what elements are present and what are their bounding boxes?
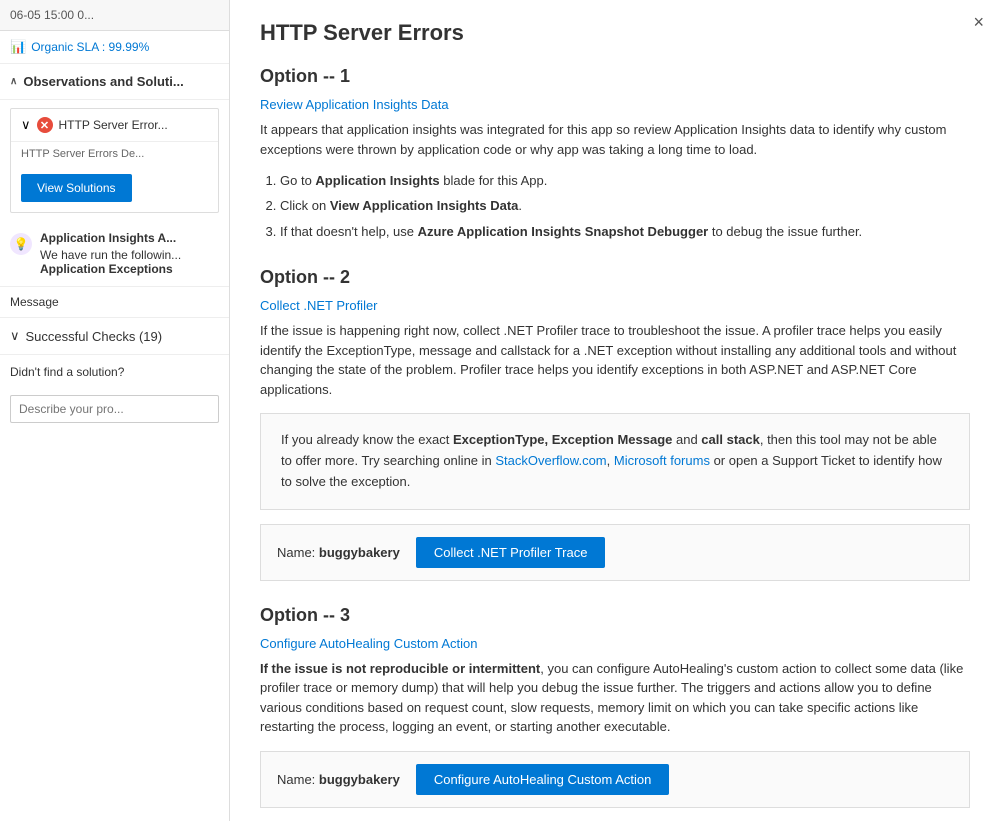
option-1-desc: It appears that application insights was…	[260, 120, 970, 159]
app-insights-text: Application Insights A... We have run th…	[40, 231, 181, 276]
option-1-section: Option -- 1 Review Application Insights …	[260, 66, 970, 243]
close-button[interactable]: ×	[973, 12, 984, 33]
option-3-section: Option -- 3 Configure AutoHealing Custom…	[260, 605, 970, 808]
right-panel: × HTTP Server Errors Option -- 1 Review …	[230, 0, 1000, 821]
didnt-find-label: Didn't find a solution?	[0, 355, 229, 389]
app-insights-title: Application Insights A...	[40, 231, 181, 245]
stackoverflow-link[interactable]: StackOverflow.com	[495, 453, 606, 468]
option-1-subtitle: Review Application Insights Data	[260, 97, 970, 112]
observations-section-header[interactable]: ∧ Observations and Soluti...	[0, 64, 229, 100]
option-3-name-label: Name: buggybakery	[277, 772, 400, 787]
step-2-bold: View Application Insights Data	[330, 198, 519, 213]
option-2-subtitle: Collect .NET Profiler	[260, 298, 970, 313]
error-circle-icon: ✕	[37, 117, 53, 133]
app-insights-desc1: We have run the followin...	[40, 248, 181, 262]
option-3-subtitle: Configure AutoHealing Custom Action	[260, 636, 970, 651]
option-1-heading: Option -- 1	[260, 66, 970, 87]
collect-profiler-button[interactable]: Collect .NET Profiler Trace	[416, 537, 606, 568]
option-2-name-label: Name: buggybakery	[277, 545, 400, 560]
microsoft-forums-link[interactable]: Microsoft forums	[614, 453, 710, 468]
http-error-header[interactable]: ∨ ✕ HTTP Server Error...	[11, 109, 218, 142]
main-title: HTTP Server Errors	[260, 20, 970, 46]
http-error-desc: HTTP Server Errors De...	[11, 142, 218, 166]
bulb-icon: 💡	[10, 233, 32, 255]
organic-sla-label: Organic SLA : 99.99%	[31, 40, 149, 54]
successful-checks-label: Successful Checks (19)	[26, 329, 163, 344]
step-1: Go to Application Insights blade for thi…	[280, 169, 970, 192]
option-1-steps: Go to Application Insights blade for thi…	[280, 169, 970, 243]
step-3: If that doesn't help, use Azure Applicat…	[280, 220, 970, 243]
successful-checks-header[interactable]: ∨ Successful Checks (19)	[0, 318, 229, 355]
option-2-action-row: Name: buggybakery Collect .NET Profiler …	[260, 524, 970, 581]
view-solutions-button[interactable]: View Solutions	[21, 174, 132, 202]
option-2-heading: Option -- 2	[260, 267, 970, 288]
message-row: Message	[0, 287, 229, 318]
option-3-action-row: Name: buggybakery Configure AutoHealing …	[260, 751, 970, 808]
option-3-desc: If the issue is not reproducible or inte…	[260, 659, 970, 737]
option-2-name-value: buggybakery	[319, 545, 400, 560]
option-3-heading: Option -- 3	[260, 605, 970, 626]
step-2: Click on View Application Insights Data.	[280, 194, 970, 217]
option-2-info-box: If you already know the exact ExceptionT…	[260, 413, 970, 509]
app-insights-bold: Application Exceptions	[40, 262, 173, 276]
organic-sla-row: 📊 Organic SLA : 99.99%	[0, 31, 229, 64]
option-2-section: Option -- 2 Collect .NET Profiler If the…	[260, 267, 970, 580]
option-2-desc: If the issue is happening right now, col…	[260, 321, 970, 399]
step-3-bold: Azure Application Insights Snapshot Debu…	[418, 224, 709, 239]
option-3-name-value: buggybakery	[319, 772, 400, 787]
chart-icon: 📊	[10, 39, 26, 55]
http-error-title: HTTP Server Error...	[59, 118, 168, 132]
left-panel: 06-05 15:00 0... 📊 Organic SLA : 99.99% …	[0, 0, 230, 821]
describe-input[interactable]	[10, 395, 219, 423]
step-1-bold: Application Insights	[315, 173, 439, 188]
option-3-bold-start: If the issue is not reproducible or inte…	[260, 661, 540, 676]
observations-label: Observations and Soluti...	[23, 74, 183, 89]
top-bar-text: 06-05 15:00 0...	[10, 8, 94, 22]
configure-autohealing-button[interactable]: Configure AutoHealing Custom Action	[416, 764, 670, 795]
expand-chevron-icon: ∨	[21, 117, 31, 133]
chevron-up-icon: ∧	[10, 76, 17, 87]
app-insights-item: 💡 Application Insights A... We have run …	[0, 221, 229, 287]
top-bar: 06-05 15:00 0...	[0, 0, 229, 31]
chevron-down-icon: ∨	[10, 328, 20, 344]
http-error-item: ∨ ✕ HTTP Server Error... HTTP Server Err…	[10, 108, 219, 213]
